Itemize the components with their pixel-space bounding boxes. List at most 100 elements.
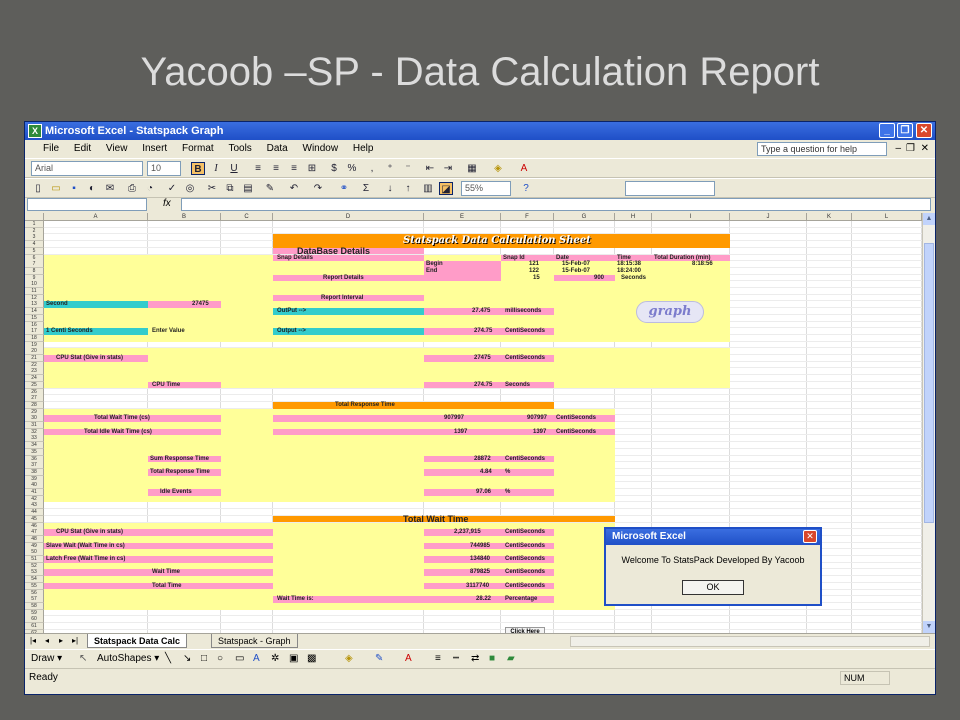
scroll-up-icon[interactable]: ▲ <box>923 213 935 225</box>
sort-descending-icon[interactable]: ↑ <box>401 182 415 195</box>
copy-icon[interactable]: ⧉ <box>223 182 237 195</box>
open-icon[interactable]: ▭ <box>49 182 63 195</box>
comma-style-icon[interactable]: , <box>365 162 379 175</box>
formula-input[interactable] <box>181 198 931 211</box>
seconds-cell[interactable] <box>554 274 615 282</box>
font-color-draw-icon[interactable]: A <box>405 650 412 667</box>
report-value-cell[interactable] <box>424 274 501 282</box>
column-header-a[interactable]: A <box>44 213 148 221</box>
prev-sheet-icon[interactable]: ◂ <box>41 634 53 648</box>
3d-icon[interactable]: ▰ <box>507 650 515 667</box>
oval-icon[interactable]: ○ <box>217 650 223 667</box>
column-header-d[interactable]: D <box>273 213 424 221</box>
tab-statspack-graph[interactable]: Statspack - Graph <box>211 634 298 648</box>
increase-decimal-icon[interactable]: ⁺ <box>383 162 397 175</box>
column-header-c[interactable]: C <box>221 213 273 221</box>
doc-close-button[interactable]: ✕ <box>921 140 929 158</box>
column-header-f[interactable]: F <box>501 213 554 221</box>
column-header-e[interactable]: E <box>424 213 501 221</box>
print-icon[interactable]: ⎙ <box>125 182 139 195</box>
next-sheet-icon[interactable]: ▸ <box>55 634 67 648</box>
clipart-icon[interactable]: ▣ <box>289 650 298 667</box>
maximize-button[interactable]: ❐ <box>897 123 913 138</box>
total-response-banner[interactable] <box>273 401 554 409</box>
column-header-i[interactable]: I <box>652 213 730 221</box>
print-preview-icon[interactable]: ◔ <box>143 182 157 195</box>
menu-file[interactable]: File <box>43 143 59 154</box>
help-search-input[interactable]: Type a question for help <box>757 142 887 156</box>
merge-center-icon[interactable]: ⊞ <box>305 162 319 175</box>
function-icon[interactable]: fx <box>163 198 171 209</box>
dialog-ok-button[interactable]: OK <box>682 580 744 595</box>
menu-tools[interactable]: Tools <box>228 143 251 154</box>
name-box[interactable] <box>27 198 147 211</box>
second-value-cell[interactable] <box>148 301 221 309</box>
font-color-icon[interactable]: A <box>517 162 531 175</box>
shadow-icon[interactable]: ■ <box>489 650 495 667</box>
select-all-corner[interactable] <box>25 213 44 221</box>
menu-data[interactable]: Data <box>267 143 288 154</box>
menu-format[interactable]: Format <box>182 143 214 154</box>
vertical-scrollbar[interactable]: ▲ ▼ <box>922 213 935 633</box>
line-color-icon[interactable]: ✎ <box>375 650 383 667</box>
fill-color-icon[interactable]: ◈ <box>491 162 505 175</box>
paste-icon[interactable]: ▤ <box>241 182 255 195</box>
permission-icon[interactable]: ◐ <box>85 182 99 195</box>
new-icon[interactable]: ▯ <box>31 182 45 195</box>
percent-button[interactable]: % <box>345 162 359 175</box>
menu-help[interactable]: Help <box>353 143 374 154</box>
hyperlink-icon[interactable]: ⚭ <box>337 182 351 195</box>
chart-wizard-icon[interactable]: ▥ <box>421 182 435 195</box>
menu-window[interactable]: Window <box>303 143 339 154</box>
draw-menu-button[interactable]: Draw ▾ <box>31 650 62 667</box>
sort-ascending-icon[interactable]: ↓ <box>383 182 397 195</box>
font-size-select[interactable]: 10 <box>147 161 181 176</box>
close-button[interactable]: ✕ <box>916 123 932 138</box>
bold-button[interactable]: B <box>191 162 205 175</box>
column-header-b[interactable]: B <box>148 213 221 221</box>
textbox-icon[interactable]: ▭ <box>235 650 244 667</box>
undo-icon[interactable]: ↶ <box>287 182 301 195</box>
help-icon[interactable]: ? <box>519 182 533 195</box>
drawing-icon[interactable]: ◪ <box>439 182 453 195</box>
graph-button[interactable]: graph <box>636 301 704 323</box>
line-icon[interactable]: ╲ <box>165 650 171 667</box>
dialog-close-button[interactable]: ✕ <box>803 530 817 543</box>
save-icon[interactable]: ▪ <box>67 182 81 195</box>
line-style-select[interactable] <box>625 181 715 196</box>
align-center-icon[interactable]: ≡ <box>269 162 283 175</box>
doc-minimize-button[interactable]: – <box>895 140 901 158</box>
spelling-icon[interactable]: ✓ <box>165 182 179 195</box>
arrow-icon[interactable]: ↘ <box>183 650 191 667</box>
horizontal-scrollbar[interactable] <box>570 636 930 647</box>
first-sheet-icon[interactable]: |◂ <box>27 634 39 648</box>
menu-edit[interactable]: Edit <box>74 143 91 154</box>
column-header-g[interactable]: G <box>554 213 615 221</box>
borders-icon[interactable]: ▦ <box>465 162 479 175</box>
doc-restore-button[interactable]: ❐ <box>906 140 915 158</box>
autoshapes-menu-button[interactable]: AutoShapes ▾ <box>97 650 159 667</box>
zoom-select[interactable]: 55% <box>461 181 511 196</box>
cut-icon[interactable]: ✂ <box>205 182 219 195</box>
column-header-k[interactable]: K <box>807 213 852 221</box>
column-header-h[interactable]: H <box>615 213 652 221</box>
italic-button[interactable]: I <box>209 162 223 175</box>
underline-button[interactable]: U <box>227 162 241 175</box>
currency-button[interactable]: $ <box>327 162 341 175</box>
decrease-decimal-icon[interactable]: ⁻ <box>401 162 415 175</box>
line-style-icon[interactable]: ≡ <box>435 650 441 667</box>
diagram-icon[interactable]: ✲ <box>271 650 279 667</box>
menu-insert[interactable]: Insert <box>142 143 167 154</box>
autosum-icon[interactable]: Σ <box>359 182 373 195</box>
total-wait-value-cell[interactable] <box>273 415 501 422</box>
select-objects-icon[interactable]: ↖ <box>79 650 87 667</box>
menu-view[interactable]: View <box>106 143 128 154</box>
minimize-button[interactable]: _ <box>879 123 895 138</box>
tab-statspack-data-calc[interactable]: Statspack Data Calc <box>87 634 188 648</box>
font-name-select[interactable]: Arial <box>31 161 143 176</box>
increase-indent-icon[interactable]: ⇥ <box>441 162 455 175</box>
last-sheet-icon[interactable]: ▸| <box>69 634 81 648</box>
rectangle-icon[interactable]: □ <box>201 650 207 667</box>
column-header-l[interactable]: L <box>852 213 922 221</box>
picture-icon[interactable]: ▩ <box>307 650 316 667</box>
